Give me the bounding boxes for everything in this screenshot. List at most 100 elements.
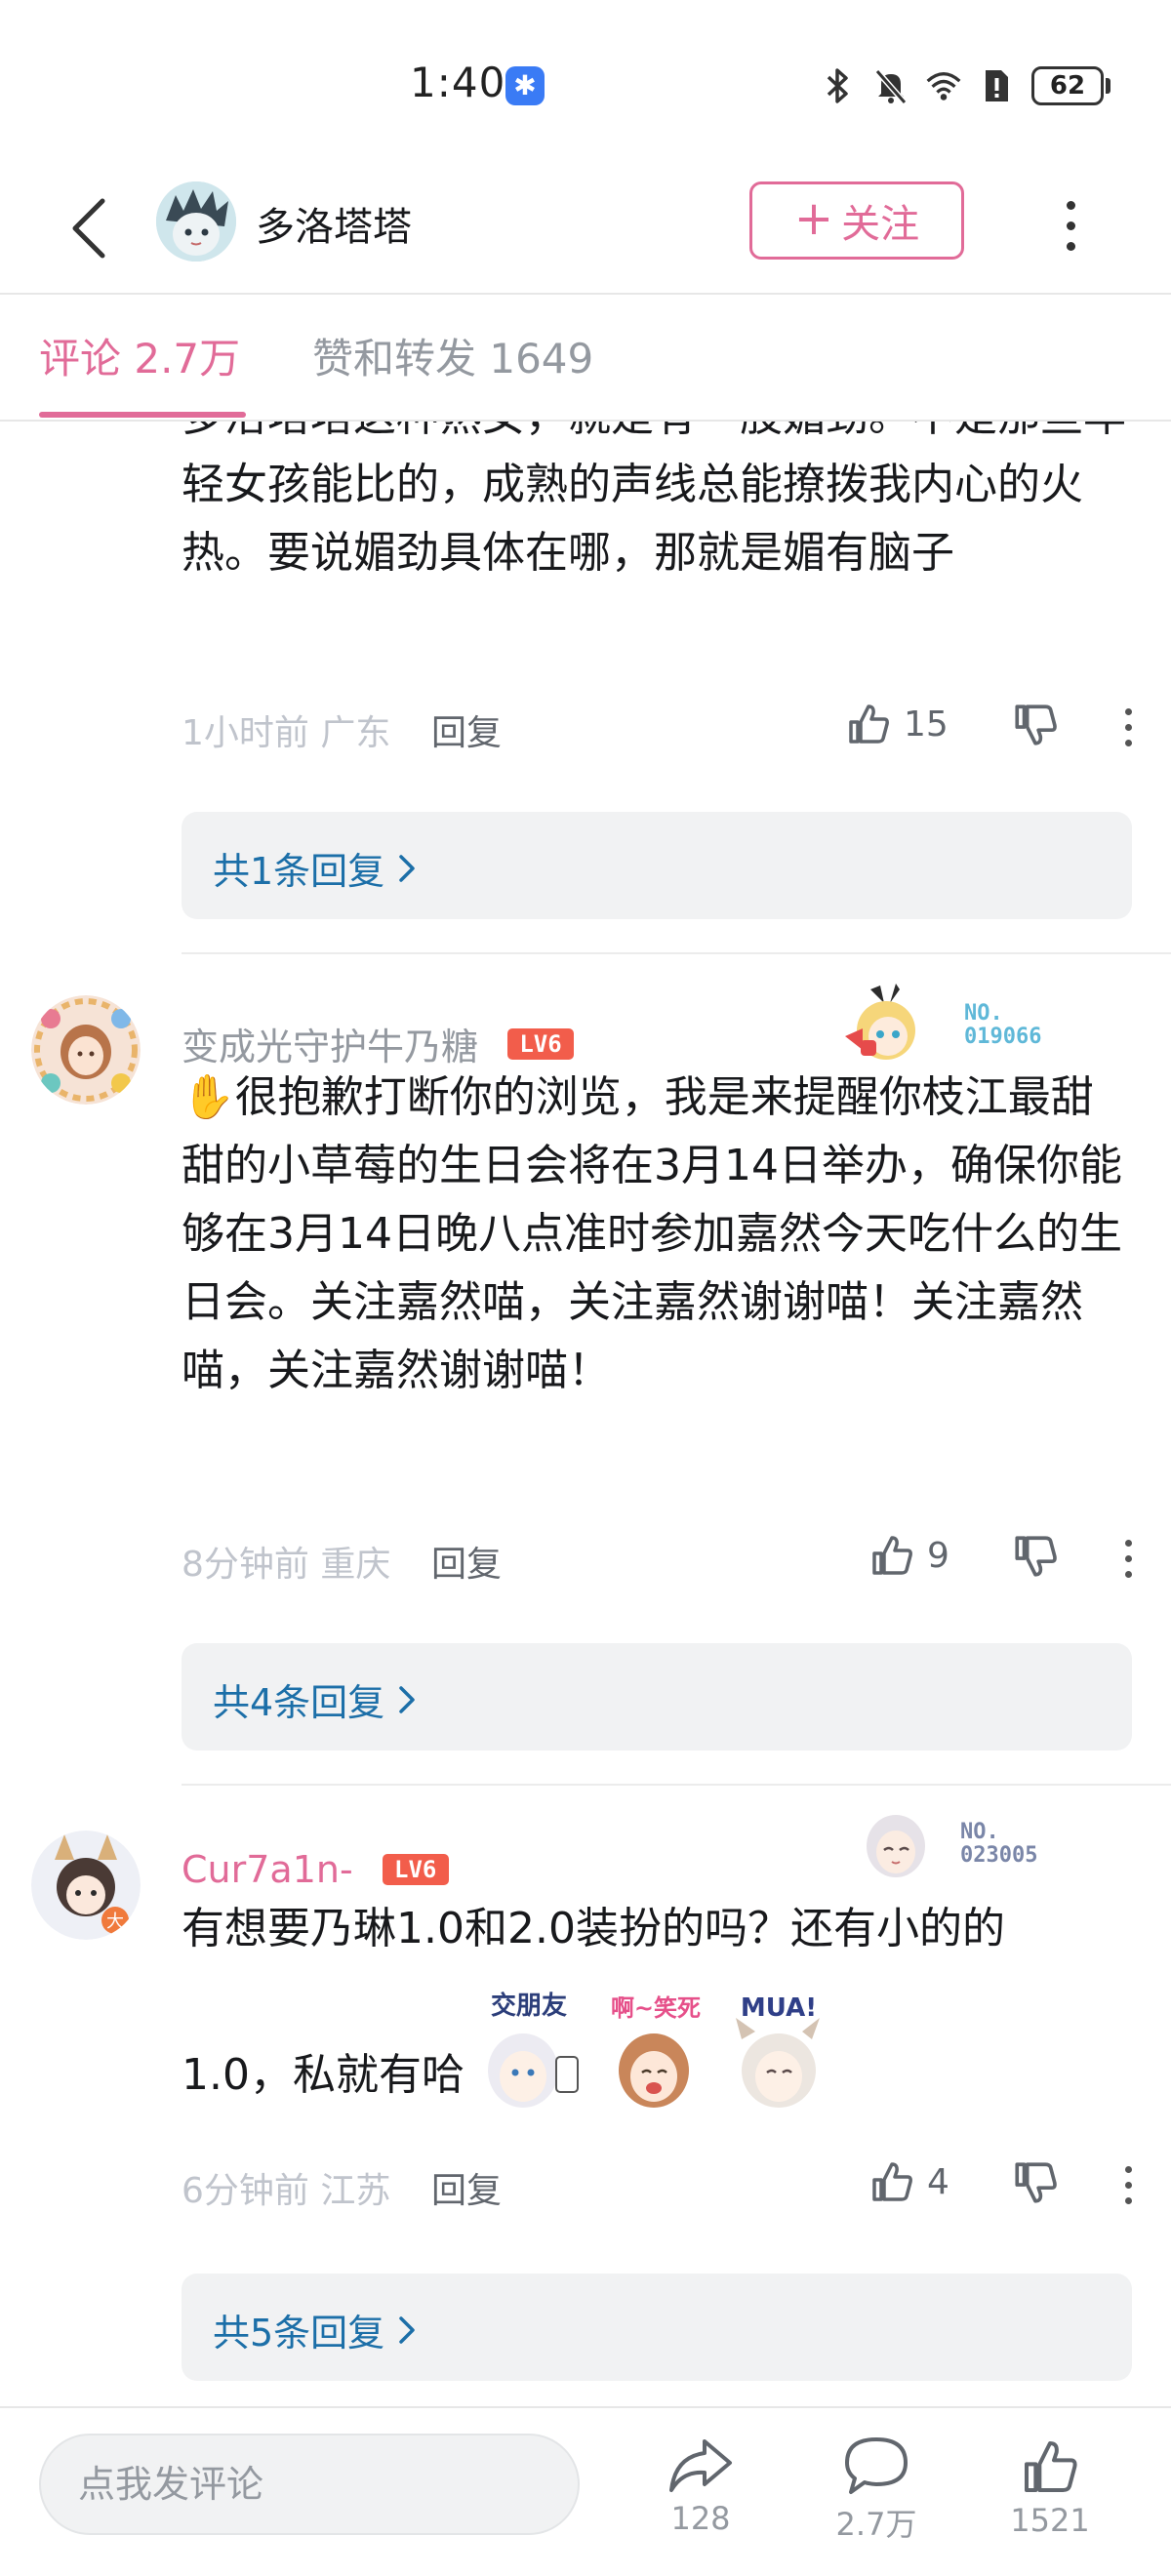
- comment-text-line: 1.0，私就有哈: [182, 2050, 464, 2100]
- replies-summary: 共4条回复: [213, 1681, 385, 1724]
- view-replies-link[interactable]: 共5条回复: [213, 2303, 416, 2356]
- tab-comments[interactable]: 评论 2.7万: [39, 326, 240, 385]
- comment-meta: 6分钟前 江苏 回复 4: [182, 2153, 1148, 2211]
- like-count: 15: [904, 704, 949, 745]
- comment-list[interactable]: 多洛塔塔这种熟女，就是有一股媚劲。不是那些年轻女孩能比的，成熟的声线总能撩拨我内…: [0, 422, 1171, 2408]
- fan-number: NO. 019066: [964, 1001, 1042, 1049]
- sticker-lol: 啊~笑死: [595, 1989, 716, 2110]
- status-icons: 62: [821, 62, 1110, 109]
- like-button[interactable]: 9: [868, 1532, 949, 1579]
- thumbs-up-icon: [849, 704, 889, 744]
- bottom-action-bar: 点我发评论 128 2.7万 1521: [0, 2406, 1171, 2576]
- like-button[interactable]: 15: [845, 701, 949, 747]
- replies-summary: 共1条回复: [213, 850, 385, 893]
- comment-text-line: 有想要乃琳1.0和2.0装扮的吗？还有小的的: [182, 1904, 1005, 1953]
- follow-button[interactable]: + 关注: [749, 181, 964, 260]
- back-button[interactable]: [55, 189, 123, 267]
- mute-bell-icon: [873, 66, 909, 105]
- chevron-right-icon: [399, 854, 415, 882]
- reply-button[interactable]: 回复: [431, 1536, 502, 1587]
- level-badge: LV6: [382, 1854, 449, 1885]
- tab-likes-reposts[interactable]: 赞和转发 1649: [312, 326, 593, 385]
- fan-badge[interactable]: NO. 019066: [841, 982, 1041, 1069]
- thumbs-down-icon[interactable]: [1011, 1532, 1060, 1581]
- thumbs-down-icon[interactable]: [1011, 701, 1060, 749]
- comment-more-button[interactable]: [1118, 703, 1138, 751]
- comment-count: 2.7万: [835, 2506, 917, 2543]
- sim-alert-icon: [979, 66, 1014, 105]
- status-bar: 1:40 ✱ 62: [0, 0, 1171, 166]
- battery-icon: 62: [1031, 66, 1110, 105]
- view-replies-link[interactable]: 共1条回复: [213, 841, 416, 895]
- comment-more-button[interactable]: [1118, 2160, 1138, 2209]
- reply-button[interactable]: 回复: [431, 704, 502, 755]
- comment-meta: 1小时前 广东 回复 15: [182, 695, 1148, 753]
- comment-divider: [182, 1784, 1171, 1786]
- svg-text:交朋友: 交朋友: [491, 1991, 567, 2021]
- author-avatar[interactable]: [156, 181, 236, 262]
- reply-button[interactable]: 回复: [431, 2162, 502, 2213]
- sticker-make-friends: 交朋友: [468, 1989, 589, 2110]
- comment-input[interactable]: 点我发评论: [39, 2434, 580, 2535]
- share-count: 128: [670, 2500, 731, 2537]
- battery-level: 62: [1031, 66, 1104, 105]
- commenter-name[interactable]: 变成光守护牛乃糖: [182, 1017, 478, 1070]
- svg-text:大: 大: [106, 1912, 124, 1932]
- wifi-icon: [926, 66, 961, 105]
- fan-badge-character-icon: [867, 1815, 925, 1877]
- comment-time-location: 6分钟前 江苏: [182, 2171, 391, 2211]
- comment-bubble-icon: [845, 2437, 908, 2494]
- author-name[interactable]: 多洛塔塔: [256, 195, 412, 252]
- tab-indicator: [39, 412, 246, 418]
- follow-label: 关注: [841, 202, 920, 247]
- commenter-avatar[interactable]: 大: [31, 1831, 141, 1940]
- commenter-name[interactable]: Cur7a1n-: [182, 1848, 353, 1891]
- more-options-button[interactable]: [1056, 191, 1085, 260]
- commenter-info: 变成光守护牛乃糖 LV6: [182, 1017, 575, 1070]
- comment-text: ✋很抱歉打断你的浏览，我是来提醒你枝江最甜甜的小草莓的生日会将在3月14日举办，…: [182, 1072, 1122, 1395]
- replies-summary: 共5条回复: [213, 2312, 385, 2355]
- comment-text-with-stickers: 1.0，私就有哈 交朋友 啊~笑死 MUA!: [182, 1983, 1128, 2110]
- comment-meta: 8分钟前 重庆 回复 9: [182, 1526, 1148, 1585]
- chevron-right-icon: [399, 1685, 415, 1713]
- fan-number: NO. 023005: [960, 1820, 1038, 1868]
- chevron-left-icon: [72, 198, 105, 259]
- level-badge: LV6: [507, 1027, 575, 1060]
- thumbs-down-icon[interactable]: [1011, 2158, 1060, 2207]
- status-time: 1:40: [410, 59, 506, 106]
- fan-badge[interactable]: NO. 023005: [847, 1805, 1037, 1883]
- share-button[interactable]: 128: [642, 2435, 759, 2537]
- view-replies-link[interactable]: 共4条回复: [213, 1672, 416, 1726]
- replies-box[interactable]: 共5条回复: [182, 2274, 1132, 2381]
- top-header: 多洛塔塔 + 关注: [0, 166, 1171, 295]
- sticker-group: 交朋友 啊~笑死 MUA!: [468, 1989, 843, 2110]
- comment-time-location: 8分钟前 重庆: [182, 1545, 391, 1585]
- bluetooth-icon: [821, 66, 856, 105]
- comment-time-location: 1小时前 广东: [182, 713, 391, 753]
- thumbs-up-icon: [872, 1536, 912, 1575]
- svg-text:MUA!: MUA!: [741, 1993, 817, 2023]
- comments-page: 1:40 ✱ 62 多洛塔塔 + 关注 评论 2.7万 赞和转发 1649 轻女…: [0, 0, 1171, 2576]
- plus-icon: +: [793, 191, 834, 246]
- fan-badge-character-icon: [845, 984, 915, 1060]
- commenter-avatar[interactable]: [31, 995, 141, 1105]
- like-button[interactable]: 4: [868, 2158, 949, 2205]
- share-icon: [669, 2439, 732, 2492]
- app-notification-icon: ✱: [505, 66, 545, 105]
- comment-text: 有想要乃琳1.0和2.0装扮的吗？还有小的的 1.0，私就有哈 交朋友 啊~笑死…: [182, 1895, 1128, 2110]
- comment-button[interactable]: 2.7万: [818, 2435, 935, 2545]
- thumbs-up-icon: [872, 2162, 912, 2201]
- comment-divider: [182, 952, 1171, 954]
- replies-box[interactable]: 共4条回复: [182, 1643, 1132, 1751]
- comment-more-button[interactable]: [1118, 1534, 1138, 1583]
- like-count: 4: [927, 2161, 949, 2202]
- like-count: 1521: [1010, 2502, 1090, 2539]
- svg-text:啊~笑死: 啊~笑死: [611, 1994, 701, 2022]
- replies-box[interactable]: 共1条回复: [182, 812, 1132, 919]
- like-count: 9: [927, 1535, 949, 1576]
- tab-bar: 评论 2.7万 赞和转发 1649: [0, 295, 1171, 422]
- commenter-info: Cur7a1n- LV6: [182, 1848, 449, 1891]
- like-post-button[interactable]: 1521: [991, 2435, 1109, 2539]
- chevron-right-icon: [399, 2315, 415, 2344]
- sticker-mua: MUA!: [722, 1989, 843, 2110]
